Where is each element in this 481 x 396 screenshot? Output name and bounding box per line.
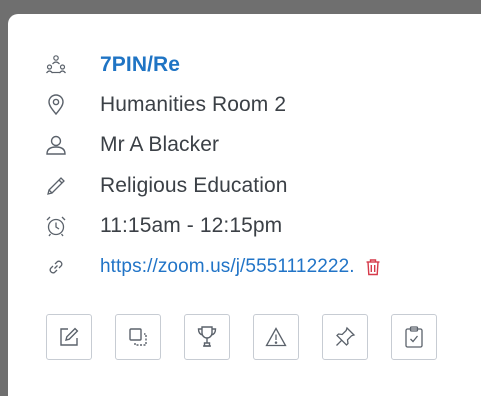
time-text: 11:15am - 12:15pm — [100, 214, 283, 237]
warning-button[interactable] — [253, 314, 299, 360]
alarm-clock-icon — [44, 214, 68, 238]
meeting-link[interactable]: https://zoom.us/j/5551112222. — [100, 256, 355, 278]
room-text: Humanities Room 2 — [100, 93, 287, 116]
subject-text: Religious Education — [100, 174, 288, 197]
pencil-icon — [44, 174, 68, 198]
award-button[interactable] — [184, 314, 230, 360]
room-row: Humanities Room 2 — [44, 91, 286, 119]
lesson-card: 7PIN/Re Humanities Room 2 Mr A Blacker R… — [8, 14, 481, 396]
trophy-icon — [196, 325, 218, 349]
teacher-row: Mr A Blacker — [44, 131, 219, 159]
pin-button[interactable] — [322, 314, 368, 360]
group-code-link[interactable]: 7PIN/Re — [100, 53, 180, 77]
time-row: 11:15am - 12:15pm — [44, 212, 282, 240]
edit-icon — [57, 325, 81, 349]
person-icon — [44, 133, 68, 157]
copy-button[interactable] — [115, 314, 161, 360]
link-icon — [44, 255, 68, 279]
register-button[interactable] — [391, 314, 437, 360]
warning-icon — [265, 326, 287, 348]
group-icon — [44, 53, 68, 77]
teacher-text: Mr A Blacker — [100, 133, 220, 156]
clipboard-check-icon — [403, 325, 425, 349]
edit-button[interactable] — [46, 314, 92, 360]
pin-icon — [334, 326, 356, 348]
lesson-title-row: 7PIN/Re — [44, 51, 180, 79]
copy-icon — [127, 326, 149, 348]
trash-icon[interactable] — [365, 258, 381, 276]
subject-row: Religious Education — [44, 172, 287, 200]
meeting-link-row: https://zoom.us/j/5551112222. — [44, 253, 355, 281]
location-pin-icon — [44, 93, 68, 117]
